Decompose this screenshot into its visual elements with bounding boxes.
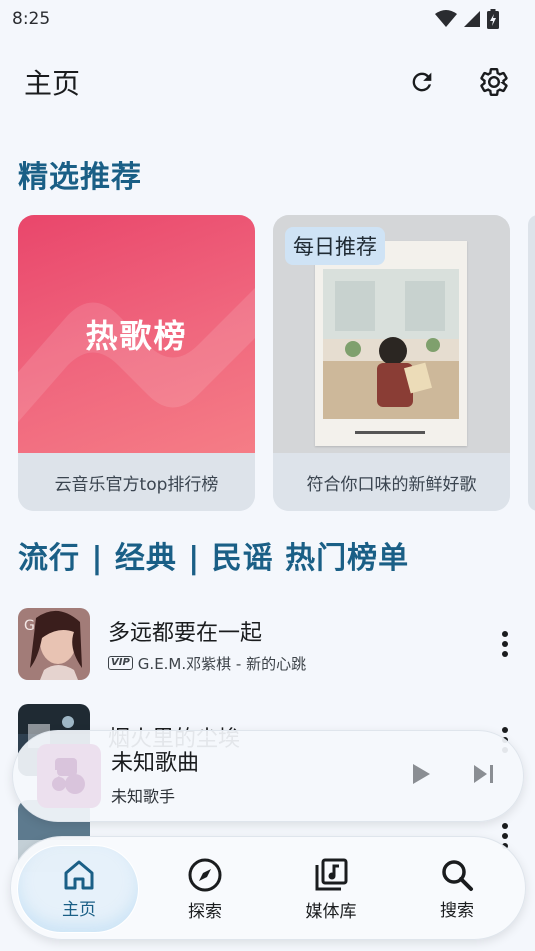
nav-item-explore[interactable]: 探索 bbox=[145, 837, 265, 941]
featured-carousel[interactable]: 热歌榜 云音乐官方top排行榜 每日推荐 符合你口味的新鲜好歌 bbox=[18, 215, 535, 511]
music-placeholder-icon bbox=[52, 758, 85, 794]
skip-next-button[interactable] bbox=[473, 764, 495, 788]
status-icons bbox=[435, 9, 499, 29]
hot-songs-caption: 云音乐官方top排行榜 bbox=[18, 453, 255, 511]
mini-player-art bbox=[37, 744, 101, 808]
status-bar: 8:25 bbox=[0, 0, 535, 38]
search-icon bbox=[442, 859, 473, 891]
hot-songs-label: 热歌榜 bbox=[85, 317, 188, 355]
app-bar: 主页 bbox=[0, 52, 535, 112]
status-time: 8:25 bbox=[12, 9, 51, 29]
refresh-icon bbox=[412, 72, 432, 92]
nav-label-search: 搜索 bbox=[440, 900, 474, 921]
song-title: 多远都要在一起 bbox=[108, 620, 263, 646]
gear-icon bbox=[480, 68, 508, 96]
vip-badge: VIP bbox=[108, 656, 133, 670]
hot-songs-cover: 热歌榜 bbox=[18, 215, 255, 453]
skip-next-icon bbox=[474, 765, 493, 783]
featured-section-title: 精选推荐 bbox=[18, 160, 142, 195]
battery-icon bbox=[487, 9, 499, 29]
song-cover: G bbox=[18, 608, 90, 680]
more-options-button[interactable] bbox=[493, 624, 517, 664]
next-card-peek[interactable] bbox=[528, 215, 535, 511]
home-icon bbox=[64, 860, 94, 889]
wifi-icon bbox=[435, 10, 457, 27]
daily-recommend-badge: 每日推荐 bbox=[285, 227, 385, 265]
mini-player-artist: 未知歌手 bbox=[111, 787, 176, 806]
nav-label-home: 主页 bbox=[62, 899, 96, 920]
refresh-button[interactable] bbox=[405, 65, 439, 99]
library-icon bbox=[315, 858, 348, 890]
daily-recommend-cover: 每日推荐 bbox=[273, 215, 510, 453]
nav-item-library[interactable]: 媒体库 bbox=[271, 837, 391, 941]
compass-icon bbox=[188, 858, 222, 891]
list-item[interactable]: G 多远都要在一起 VIP G.E.M.邓紫棋 - 新的心跳 bbox=[0, 604, 535, 684]
hot-songs-card[interactable]: 热歌榜 云音乐官方top排行榜 bbox=[18, 215, 255, 511]
settings-button[interactable] bbox=[477, 65, 511, 99]
nav-label-library: 媒体库 bbox=[305, 901, 357, 922]
more-vert-icon bbox=[502, 631, 508, 657]
mini-player-title: 未知歌曲 bbox=[111, 751, 200, 776]
mini-player[interactable]: 未知歌曲 未知歌手 bbox=[12, 730, 524, 822]
play-button[interactable] bbox=[411, 763, 431, 789]
signal-icon bbox=[464, 11, 480, 27]
play-icon bbox=[413, 764, 430, 784]
daily-recommend-card[interactable]: 每日推荐 符合你口味的新鲜好歌 bbox=[273, 215, 510, 511]
nav-item-home[interactable]: 主页 bbox=[19, 837, 139, 941]
svg-text:G: G bbox=[24, 618, 35, 634]
page-title: 主页 bbox=[24, 67, 81, 100]
song-artist-album: G.E.M.邓紫棋 - 新的心跳 bbox=[137, 654, 307, 673]
bottom-navigation: 主页 探索 媒体库 搜索 bbox=[10, 836, 526, 940]
daily-recommend-caption: 符合你口味的新鲜好歌 bbox=[273, 453, 510, 511]
charts-section-title: 流行 | 经典 | 民谣 热门榜单 bbox=[18, 541, 410, 576]
album-art-image bbox=[315, 241, 467, 446]
nav-item-search[interactable]: 搜索 bbox=[397, 837, 517, 941]
nav-label-explore: 探索 bbox=[188, 901, 222, 922]
